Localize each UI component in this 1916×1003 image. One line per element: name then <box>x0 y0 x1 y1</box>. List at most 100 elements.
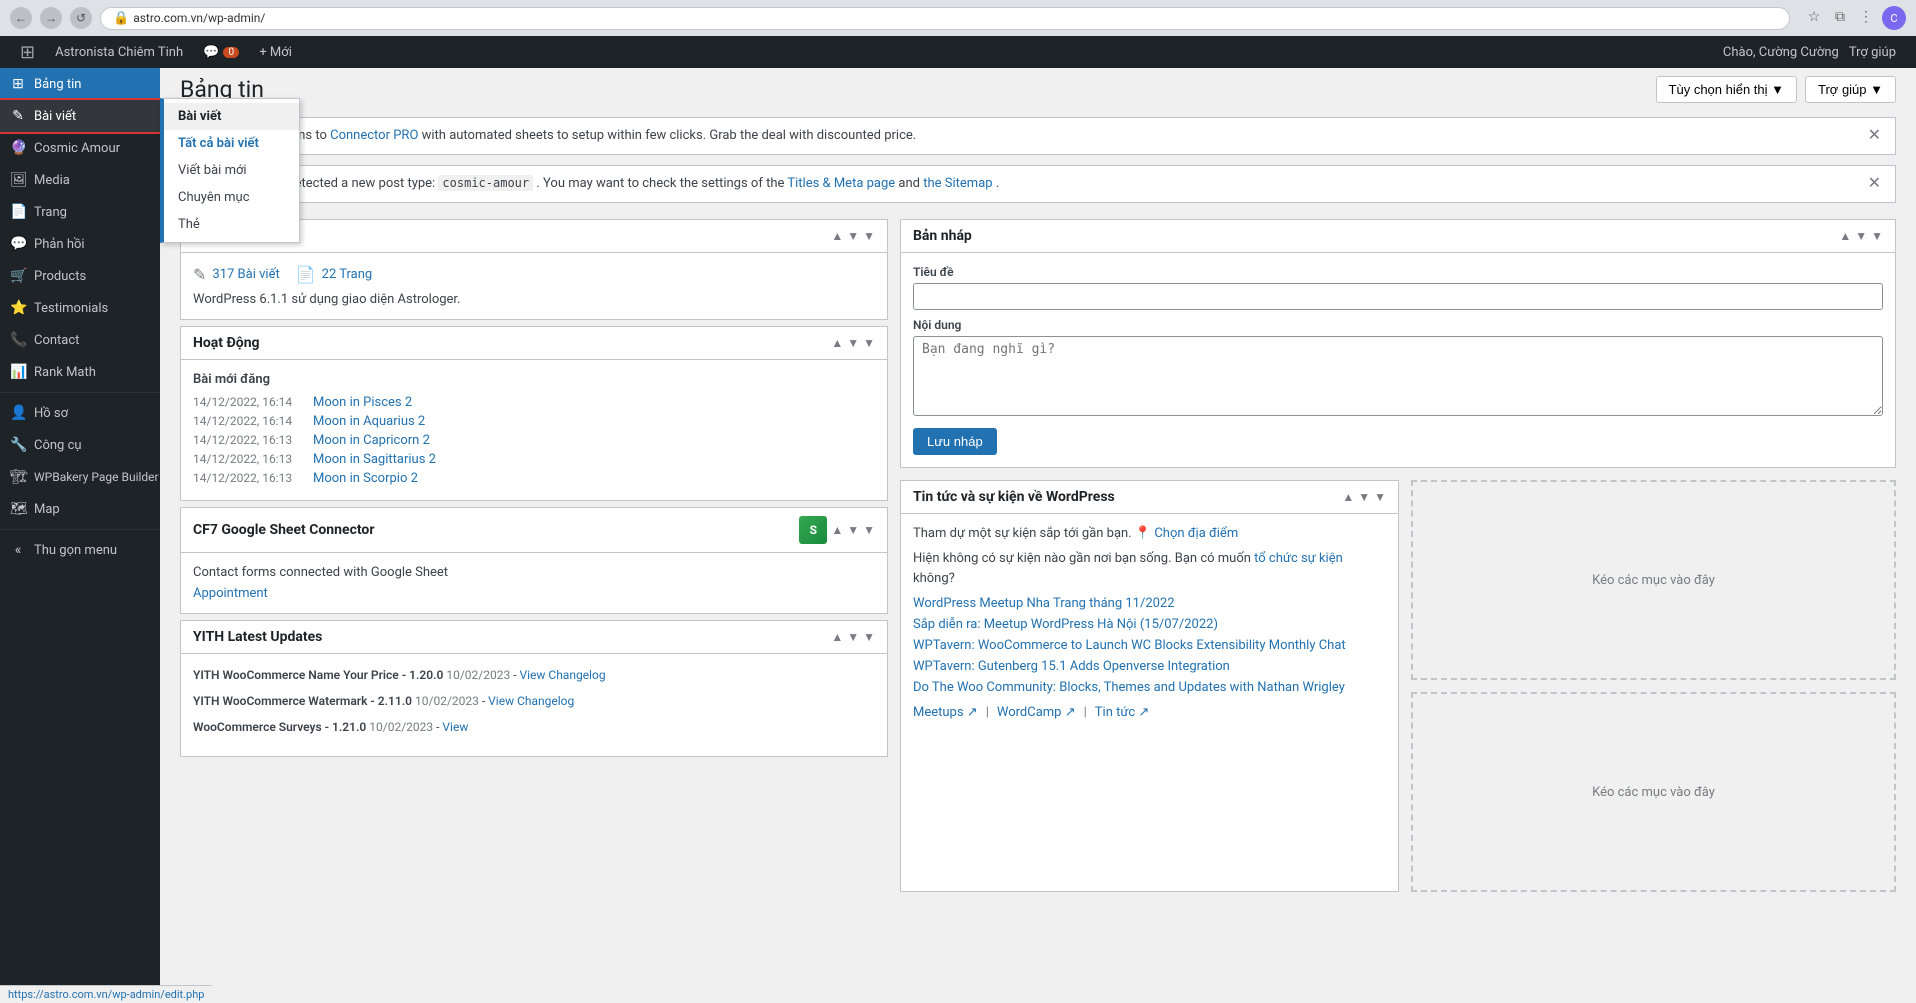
news-footer-link[interactable]: Tin tức ↗ <box>1095 705 1150 720</box>
ban-nhap-up-btn[interactable]: ▲ <box>1839 229 1851 243</box>
tuy-chon-hien-thi-btn[interactable]: Tùy chọn hiển thị ▼ <box>1656 76 1797 103</box>
sidebar-item-wpbakery[interactable]: 🏗 WPBakery Page Builder <box>0 461 160 493</box>
rank-math-notice-close[interactable]: ✕ <box>1868 176 1881 192</box>
sidebar-item-cosmic-amour[interactable]: 🔮 Cosmic Amour <box>0 132 160 164</box>
url-bar[interactable]: 🔒 astro.com.vn/wp-admin/ <box>100 7 1790 30</box>
admin-bar-new[interactable]: + Mới <box>249 36 302 68</box>
to-chuc-link[interactable]: tổ chức sự kiện <box>1254 551 1343 566</box>
activity-link[interactable]: Moon in Pisces 2 <box>313 395 412 410</box>
hoat-dong-up-btn[interactable]: ▲ <box>831 336 843 350</box>
news-link[interactable]: WordPress Meetup Nha Trang tháng 11/2022 <box>913 596 1175 611</box>
sidebar-item-trang[interactable]: 📄 Trang <box>0 196 160 228</box>
yith-header: YITH Latest Updates ▲ ▼ ▼ <box>181 621 887 654</box>
sidebar-item-contact[interactable]: 📞 Contact <box>0 324 160 356</box>
submenu-viet-bai-moi[interactable]: Viết bài mới <box>164 157 299 184</box>
cf7-header: CF7 Google Sheet Connector S ▲ ▼ ▼ <box>181 508 887 553</box>
news-footer-link[interactable]: Meetups ↗ <box>913 705 978 720</box>
tieu-de-input[interactable] <box>913 283 1883 310</box>
cf7-up-btn[interactable]: ▲ <box>831 523 843 537</box>
wp-logo-icon: ⊞ <box>20 42 35 63</box>
cf7-notice-close[interactable]: ✕ <box>1868 128 1881 144</box>
bookmark-btn[interactable]: ☆ <box>1804 6 1824 26</box>
sidebar-item-products[interactable]: 🛒 Products <box>0 260 160 292</box>
bai-moi-dang-label: Bài mới đăng <box>193 372 875 387</box>
sidebar-item-phan-hoi[interactable]: 💬 Phản hồi <box>0 228 160 260</box>
sidebar-item-map[interactable]: 🗺 Map <box>0 493 160 525</box>
tin-nhanh-close-btn[interactable]: ▼ <box>863 229 875 243</box>
chon-dia-diem-link[interactable]: Chọn địa điểm <box>1154 526 1238 541</box>
no-events-text: Hiện không có sự kiện nào gần nơi bạn số… <box>913 549 1386 588</box>
activity-link[interactable]: Moon in Sagittarius 2 <box>313 452 436 467</box>
tin-nhanh-down-btn[interactable]: ▼ <box>847 229 859 243</box>
sidebar-label-thu-gon: Thu gọn menu <box>34 543 117 558</box>
yith-toggle-btn[interactable]: ▼ <box>863 630 875 644</box>
submenu-tat-ca-bai-viet[interactable]: Tất cả bài viết <box>164 130 299 157</box>
cf7-down-btn[interactable]: ▼ <box>847 523 859 537</box>
nav-forward[interactable]: → <box>40 7 62 29</box>
cf7-toggle-btn[interactable]: ▼ <box>863 523 875 537</box>
news-item: Do The Woo Community: Blocks, Themes and… <box>913 680 1386 695</box>
tin-tuc-up-btn[interactable]: ▲ <box>1342 490 1354 504</box>
news-item: WPTavern: Gutenberg 15.1 Adds Openverse … <box>913 659 1386 674</box>
tin-nhanh-counts: ✎ 317 Bài viết 📄 22 Trang <box>193 265 875 284</box>
activity-link[interactable]: Moon in Aquarius 2 <box>313 414 425 429</box>
yith-widget: YITH Latest Updates ▲ ▼ ▼ YITH WooCommer… <box>180 620 888 757</box>
hoat-dong-header: Hoạt Động ▲ ▼ ▼ <box>181 327 887 360</box>
rank-math-icon: 📊 <box>10 364 26 380</box>
trang-count-link[interactable]: 22 Trang <box>322 267 373 282</box>
sidebar-item-bai-viet[interactable]: ✎ Bài viết <box>0 100 160 132</box>
nav-reload[interactable]: ↺ <box>70 7 92 29</box>
activity-link[interactable]: Moon in Scorpio 2 <box>313 471 418 486</box>
news-link[interactable]: WPTavern: Gutenberg 15.1 Adds Openverse … <box>913 659 1230 674</box>
hoat-dong-down-btn[interactable]: ▼ <box>847 336 859 350</box>
yith-changelog-link[interactable]: View Changelog <box>488 694 574 708</box>
sidebar-item-rank-math[interactable]: 📊 Rank Math <box>0 356 160 388</box>
news-link[interactable]: Sắp diễn ra: Meetup WordPress Hà Nội (15… <box>913 617 1218 632</box>
nav-back[interactable]: ← <box>10 7 32 29</box>
menu-btn[interactable]: ⋮ <box>1856 6 1876 26</box>
sidebar-item-media[interactable]: 🖼 Media <box>0 164 160 196</box>
media-icon: 🖼 <box>10 172 26 188</box>
activity-link[interactable]: Moon in Capricorn 2 <box>313 433 430 448</box>
tin-nhanh-up-btn[interactable]: ▲ <box>831 229 843 243</box>
admin-bar-site[interactable]: Astronista Chiêm Tinh <box>45 36 193 68</box>
map-icon: 🗺 <box>10 501 26 517</box>
tro-giup-btn[interactable]: Trợ giúp ▼ <box>1805 76 1896 103</box>
ban-nhap-toggle-btn[interactable]: ▼ <box>1871 229 1883 243</box>
cf7-appointment-link[interactable]: Appointment <box>193 586 268 601</box>
sidebar-item-bang-tin[interactable]: ⊞ Bảng tin <box>0 68 160 100</box>
sidebar-item-ho-so[interactable]: 👤 Hồ sơ <box>0 397 160 429</box>
rank-math-text2: . You may want to check the settings of … <box>536 176 787 191</box>
yith-down-btn[interactable]: ▼ <box>847 630 859 644</box>
news-item: WordPress Meetup Nha Trang tháng 11/2022 <box>913 596 1386 611</box>
noi-dung-textarea[interactable] <box>913 336 1883 416</box>
sidebar-item-testimonials[interactable]: ⭐ Testimonials <box>0 292 160 324</box>
yith-up-btn[interactable]: ▲ <box>831 630 843 644</box>
tin-tuc-down-btn[interactable]: ▼ <box>1358 490 1370 504</box>
yith-changelog-link[interactable]: View Changelog <box>519 668 605 682</box>
testimonials-icon: ⭐ <box>10 300 26 316</box>
sidebar-item-cong-cu[interactable]: 🔧 Công cụ <box>0 429 160 461</box>
submenu-the[interactable]: Thẻ <box>164 211 299 238</box>
titles-meta-link[interactable]: Titles & Meta page <box>787 176 895 191</box>
wp-logo-btn[interactable]: ⊞ <box>10 36 45 68</box>
news-footer-link[interactable]: WordCamp ↗ <box>997 705 1076 720</box>
news-link[interactable]: WPTavern: WooCommerce to Launch WC Block… <box>913 638 1346 653</box>
status-bar-link[interactable]: https://astro.com.vn/wp-admin/edit.php <box>8 988 204 1001</box>
admin-bar-help[interactable]: Trợ giúp <box>1839 45 1906 60</box>
ban-nhap-down-btn[interactable]: ▼ <box>1855 229 1867 243</box>
luu-nhap-btn[interactable]: Lưu nháp <box>913 428 997 455</box>
cf7-connector-link[interactable]: Connector PRO <box>330 128 418 143</box>
sidebar-item-thu-gon-menu[interactable]: « Thu gọn menu <box>0 534 160 566</box>
profile-avatar[interactable]: C <box>1882 6 1906 30</box>
tab-btn[interactable]: ⧉ <box>1830 6 1850 26</box>
sitemap-link[interactable]: the Sitemap <box>923 176 992 191</box>
activity-list: 14/12/2022, 16:14Moon in Pisces 214/12/2… <box>193 393 875 488</box>
news-link[interactable]: Do The Woo Community: Blocks, Themes and… <box>913 680 1345 695</box>
yith-changelog-link[interactable]: View <box>442 720 468 734</box>
bai-viet-count-link[interactable]: 317 Bài viết <box>212 267 279 282</box>
hoat-dong-toggle-btn[interactable]: ▼ <box>863 336 875 350</box>
tin-tuc-toggle-btn[interactable]: ▼ <box>1374 490 1386 504</box>
admin-bar-comments[interactable]: 💬 0 <box>193 36 249 68</box>
submenu-chuyen-muc[interactable]: Chuyên mục <box>164 184 299 211</box>
